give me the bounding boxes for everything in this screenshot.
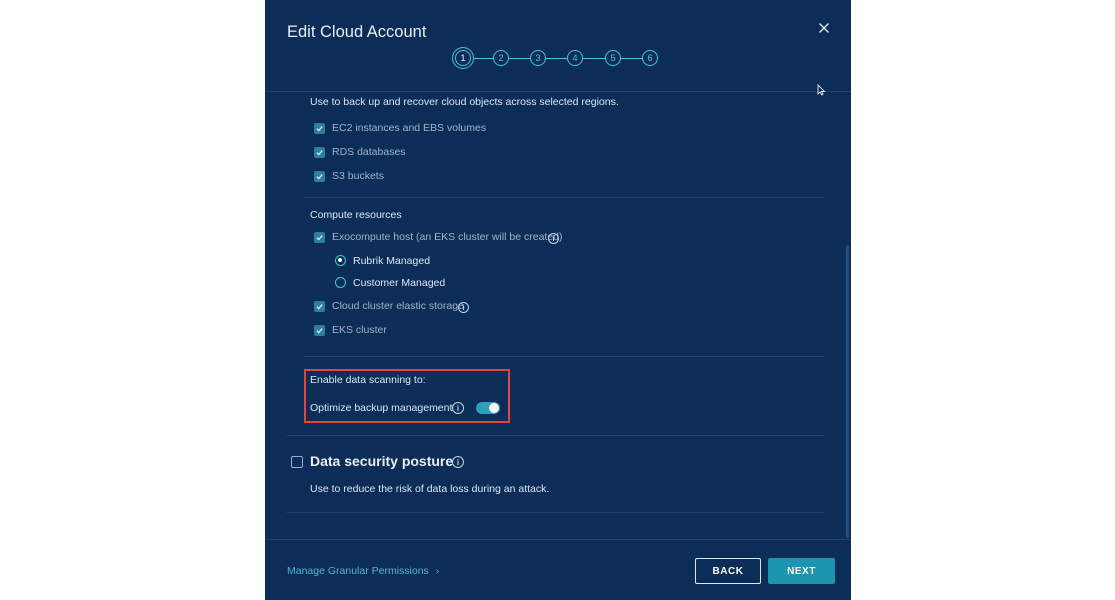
manage-permissions-link[interactable]: Manage Granular Permissions › [287, 565, 439, 577]
step-connector [583, 58, 605, 59]
back-button[interactable]: BACK [695, 558, 761, 584]
step-connector [471, 58, 493, 59]
manage-permissions-label: Manage Granular Permissions [287, 565, 429, 577]
next-button[interactable]: NEXT [768, 558, 835, 584]
customer-managed-label: Customer Managed [353, 277, 446, 289]
close-icon[interactable] [816, 20, 832, 36]
dialog-header: Edit Cloud Account 1 2 3 4 5 6 [265, 0, 851, 92]
section-divider [287, 435, 824, 436]
step-2[interactable]: 2 [493, 50, 509, 66]
elastic-storage-label: Cloud cluster elastic storage [332, 300, 464, 312]
dialog-footer: Manage Granular Permissions › BACK NEXT [265, 539, 851, 600]
highlight-box [304, 369, 510, 423]
s3-checkbox[interactable] [314, 171, 325, 182]
elastic-storage-checkbox[interactable] [314, 301, 325, 312]
step-connector [546, 58, 567, 59]
eks-checkbox[interactable] [314, 325, 325, 336]
security-checkbox[interactable] [291, 456, 303, 468]
dialog-content: Use to back up and recover cloud objects… [265, 93, 851, 539]
customer-managed-radio[interactable] [335, 277, 346, 288]
cursor-icon [817, 84, 826, 96]
step-4[interactable]: 4 [567, 50, 583, 66]
exocompute-checkbox[interactable] [314, 232, 325, 243]
security-info-icon[interactable]: i [452, 456, 464, 468]
security-description: Use to reduce the risk of data loss duri… [310, 483, 550, 495]
step-indicator: 1 2 3 4 5 6 [455, 50, 665, 68]
section-divider [304, 356, 824, 357]
edit-cloud-account-dialog: Edit Cloud Account 1 2 3 4 5 6 Use to ba… [265, 0, 851, 600]
eks-label: EKS cluster [332, 324, 387, 336]
step-connector [621, 58, 642, 59]
ec2-checkbox[interactable] [314, 123, 325, 134]
s3-label: S3 buckets [332, 170, 384, 182]
step-1[interactable]: 1 [455, 50, 471, 66]
section-divider [304, 197, 824, 198]
elastic-storage-info-icon[interactable]: i [458, 302, 469, 313]
chevron-right-icon: › [435, 565, 440, 577]
step-connector [509, 58, 530, 59]
step-3[interactable]: 3 [530, 50, 546, 66]
dialog-title: Edit Cloud Account [287, 23, 427, 41]
security-heading: Data security posture [310, 453, 454, 469]
compute-heading: Compute resources [310, 209, 402, 221]
rubrik-managed-label: Rubrik Managed [353, 255, 431, 267]
exocompute-info-icon[interactable]: i [548, 233, 559, 244]
ec2-label: EC2 instances and EBS volumes [332, 122, 487, 134]
exocompute-label: Exocompute host (an EKS cluster will be … [332, 231, 563, 243]
scrollbar[interactable] [846, 245, 849, 538]
protection-description: Use to back up and recover cloud objects… [310, 96, 619, 108]
step-5[interactable]: 5 [605, 50, 621, 66]
rubrik-managed-radio[interactable] [335, 255, 346, 266]
rds-checkbox[interactable] [314, 147, 325, 158]
rds-label: RDS databases [332, 146, 406, 158]
section-divider [287, 512, 824, 513]
step-6[interactable]: 6 [642, 50, 658, 66]
